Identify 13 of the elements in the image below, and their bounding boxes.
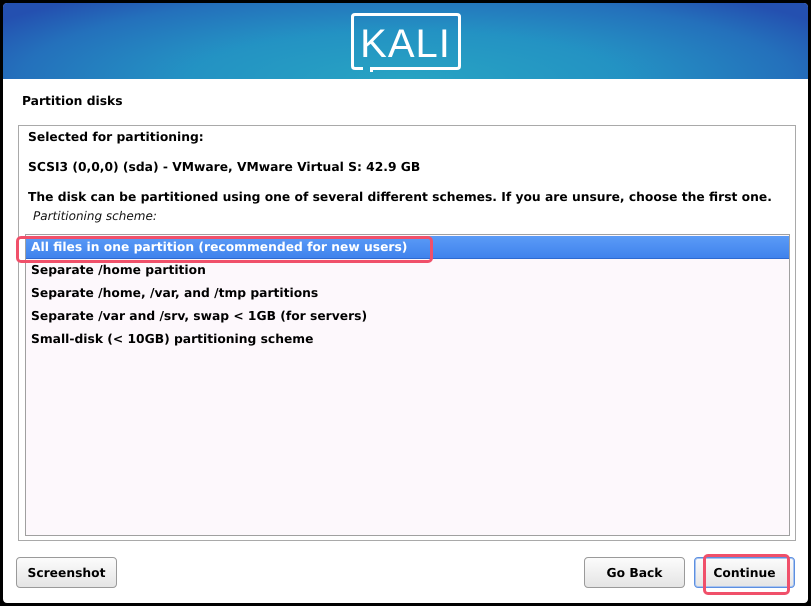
list-item[interactable]: Separate /home partition	[26, 259, 789, 282]
list-label: Partitioning scheme:	[32, 208, 157, 224]
button[interactable]: Screenshot	[16, 557, 117, 588]
list-item[interactable]: Separate /var and /srv, swap < 1GB (for servers)	[26, 305, 789, 328]
list-item[interactable]: Separate /home, /var, and /tmp partitions	[26, 282, 789, 305]
button[interactable]: Go Back	[584, 557, 685, 588]
info-text: Selected for partitioning:	[27, 129, 205, 145]
kali-logo: KALI	[350, 13, 460, 72]
info-text: SCSI3 (0,0,0) (sda) - VMware, VMware Virtual S: 42.9 GB	[27, 159, 422, 175]
info-text: The disk can be partitioned using one of several different schemes. If you are unsure, choose the first one.	[27, 189, 773, 205]
button[interactable]: Continue	[694, 557, 795, 588]
list-item[interactable]: Small-disk (< 10GB) partitioning scheme	[26, 328, 789, 351]
page-title: Partition disks	[22, 93, 123, 109]
